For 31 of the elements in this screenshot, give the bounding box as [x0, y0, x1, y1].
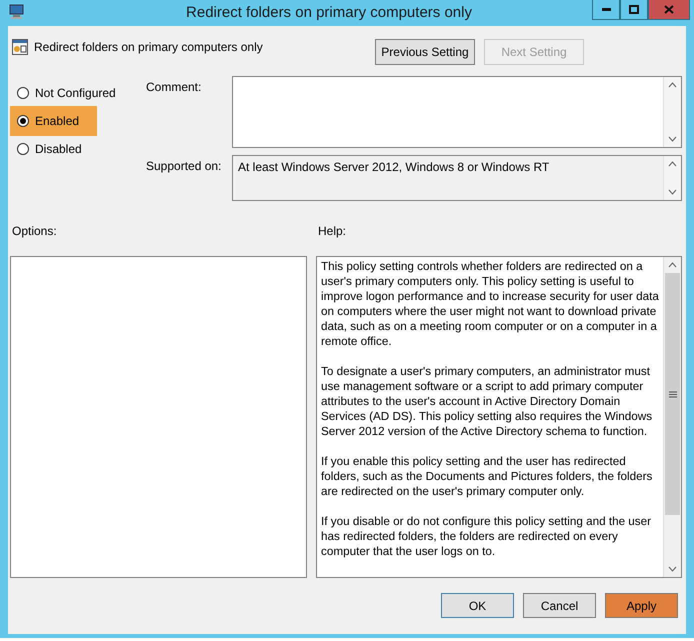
minimize-button[interactable]: [592, 0, 620, 20]
help-paragraph: If you enable this policy setting and the user has redirected folders, such as the Documents and Pictures folders, the folders are redirected on the user's primary computer only.: [321, 454, 654, 499]
computer-icon: [8, 4, 26, 20]
supported-on-field: At least Windows Server 2012, Windows 8 or Windows RT: [232, 155, 682, 201]
window-title: Redirect folders on primary computers only: [185, 3, 473, 23]
scrollbar[interactable]: [663, 77, 681, 147]
grip-icon: [668, 390, 676, 398]
help-label: Help:: [318, 224, 346, 238]
help-paragraph: If you disable or do not configure this policy setting and the user has redirected folders, the folders are redirected on every computer that the user logs on to.: [321, 514, 652, 559]
minimize-icon: [602, 8, 610, 11]
previous-setting-button[interactable]: Previous Setting: [375, 39, 475, 65]
radio-option[interactable]: Enabled: [10, 106, 97, 136]
comment-field[interactable]: [232, 76, 682, 148]
maximize-button[interactable]: [620, 0, 648, 20]
radio-option[interactable]: Not Configured: [10, 78, 120, 108]
help-paragraph: This policy setting controls whether folders are redirected on a user's primary computers only. This policy setting is useful to improve logon performance and to increase security for user data on computers where the user might not want to download private data, such as on a meeting room computer or on a computer in a remote office.: [321, 259, 659, 349]
scrollbar[interactable]: [663, 156, 681, 200]
setting-title: Redirect folders on primary computers only: [34, 39, 264, 55]
policy-icon: [12, 39, 28, 55]
options-label: Options:: [12, 224, 58, 238]
apply-button[interactable]: Apply: [605, 593, 678, 618]
help-paragraph: To designate a user's primary computers, an administrator must use management software or a script to add primary computer attributes to the user's account in Active Directory Domain Services (AD DS). This policy setting also requires the Windows Server 2012 version of the Active Directory schema to function.: [321, 364, 654, 439]
ok-button[interactable]: OK: [441, 593, 514, 618]
comment-label: Comment:: [146, 79, 202, 96]
radio-option[interactable]: Disabled: [10, 134, 97, 164]
cancel-button[interactable]: Cancel: [523, 593, 596, 618]
close-button[interactable]: [648, 0, 690, 20]
supported-on-label: Supported on:: [146, 158, 222, 175]
close-icon: [664, 5, 674, 14]
maximize-icon: [629, 5, 639, 14]
scroll-thumb[interactable]: [665, 273, 680, 515]
